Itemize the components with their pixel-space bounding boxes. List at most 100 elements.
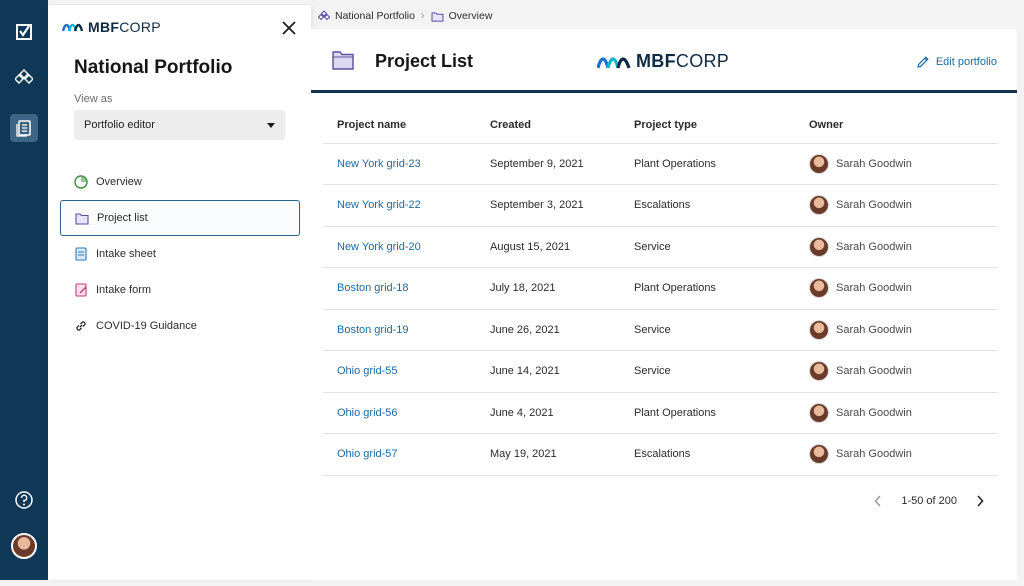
pagination-range: 1-50 of 200 (901, 495, 957, 507)
owner-cell: Sarah Goodwin (809, 153, 998, 174)
created-cell: June 14, 2021 (490, 350, 634, 393)
chevron-left-icon (874, 495, 881, 507)
link-icon (74, 319, 88, 333)
project-link[interactable]: Ohio grid-55 (337, 365, 398, 377)
nav-label: Project list (97, 212, 148, 224)
mbf-logo-icon (62, 23, 84, 32)
portfolio-icon (318, 10, 330, 21)
created-cell: August 15, 2021 (490, 226, 634, 268)
mbfcorp-logo: MBFCORP (597, 51, 729, 72)
table-row[interactable]: Boston grid-18 July 18, 2021 Plant Opera… (323, 267, 998, 310)
project-type-cell: Escalations (634, 433, 809, 476)
user-avatar[interactable] (10, 532, 38, 560)
view-as-value: Portfolio editor (84, 119, 155, 131)
project-link[interactable]: New York grid-23 (337, 158, 421, 170)
table-row[interactable]: Ohio grid-55 June 14, 2021 Service Sarah… (323, 350, 998, 393)
owner-cell: Sarah Goodwin (809, 444, 998, 465)
created-cell: June 26, 2021 (490, 309, 634, 351)
project-table: Project name Created Project type Owner … (323, 107, 998, 476)
breadcrumb-overview[interactable]: Overview (431, 10, 492, 22)
nav-item-overview[interactable]: Overview (60, 164, 300, 200)
nav-item-intake-sheet[interactable]: Intake sheet (60, 236, 300, 272)
created-cell: June 4, 2021 (490, 392, 634, 434)
close-icon (282, 21, 296, 35)
smartsheet-logo-icon[interactable] (10, 18, 38, 46)
project-list-card: Project List MBFCORP Edit portfolio Proj… (311, 29, 1017, 580)
view-as-select[interactable]: Portfolio editor (74, 110, 285, 140)
panel-title: National Portfolio (74, 57, 233, 78)
owner-cell: Sarah Goodwin (809, 402, 998, 423)
brand-name: MBFCORP (636, 51, 730, 71)
view-as-label: View as (74, 93, 113, 105)
nav-item-covid-guidance[interactable]: COVID-19 Guidance (60, 308, 300, 344)
avatar (809, 402, 829, 423)
projects-nav-icon[interactable] (10, 114, 38, 142)
project-type-cell: Plant Operations (634, 143, 809, 185)
chevron-right-icon (977, 495, 984, 507)
app-rail (0, 0, 48, 580)
nav-label: Intake form (96, 284, 152, 296)
project-link[interactable]: Ohio grid-57 (337, 448, 398, 460)
project-link[interactable]: New York grid-22 (337, 199, 421, 211)
breadcrumb: National Portfolio › Overview (318, 10, 492, 22)
mbf-logo-icon (597, 56, 631, 69)
nav-item-project-list[interactable]: Project list (60, 200, 300, 236)
owner-cell: Sarah Goodwin (809, 236, 998, 257)
avatar (809, 153, 829, 174)
portfolio-nav: Overview Project list Intake sheet Intak… (60, 164, 300, 344)
project-link[interactable]: Boston grid-18 (337, 282, 409, 294)
pagination: 1-50 of 200 (871, 494, 987, 508)
column-header-created[interactable]: Created (490, 107, 634, 144)
nav-label: COVID-19 Guidance (96, 320, 197, 332)
previous-page-button[interactable] (871, 494, 885, 508)
project-type-cell: Service (634, 350, 809, 393)
pie-chart-icon (74, 175, 88, 189)
project-link[interactable]: Boston grid-19 (337, 324, 409, 336)
table-row[interactable]: Boston grid-19 June 26, 2021 Service Sar… (323, 309, 998, 351)
breadcrumb-portfolio[interactable]: National Portfolio (318, 10, 415, 22)
avatar (809, 319, 829, 340)
brand-name: MBFCORP (88, 19, 161, 35)
card-header: Project List MBFCORP Edit portfolio (311, 29, 1017, 93)
created-cell: September 3, 2021 (490, 184, 634, 227)
avatar (809, 236, 829, 257)
column-header-owner[interactable]: Owner (809, 107, 998, 144)
project-type-cell: Escalations (634, 184, 809, 227)
portfolio-side-panel: MBFCORP National Portfolio View as Portf… (48, 5, 311, 580)
created-cell: September 9, 2021 (490, 143, 634, 185)
project-type-cell: Service (634, 226, 809, 268)
avatar (809, 444, 829, 465)
help-icon[interactable] (10, 486, 38, 514)
avatar (809, 195, 829, 216)
nav-label: Overview (96, 176, 142, 188)
project-type-cell: Service (634, 309, 809, 351)
column-header-project-type[interactable]: Project type (634, 107, 809, 144)
table-row[interactable]: New York grid-23 September 9, 2021 Plant… (323, 143, 998, 185)
table-row[interactable]: Ohio grid-56 June 4, 2021 Plant Operatio… (323, 392, 998, 434)
created-cell: July 18, 2021 (490, 267, 634, 310)
edit-portfolio-button[interactable]: Edit portfolio (916, 55, 997, 69)
project-link[interactable]: New York grid-20 (337, 241, 421, 253)
sheet-icon (74, 247, 88, 261)
folder-icon (431, 11, 444, 22)
portfolio-nav-icon[interactable] (10, 64, 38, 92)
avatar (809, 278, 829, 299)
pencil-icon (917, 56, 929, 68)
form-icon (74, 283, 88, 297)
table-header-row: Project name Created Project type Owner (323, 107, 998, 144)
created-cell: May 19, 2021 (490, 433, 634, 476)
nav-item-intake-form[interactable]: Intake form (60, 272, 300, 308)
project-type-cell: Plant Operations (634, 392, 809, 434)
page-title: Project List (375, 51, 474, 71)
close-panel-button[interactable] (279, 18, 299, 38)
chevron-right-icon: › (420, 10, 425, 22)
caret-down-icon (267, 122, 275, 128)
folder-icon (75, 211, 89, 225)
column-header-project-name[interactable]: Project name (323, 107, 490, 144)
project-link[interactable]: Ohio grid-56 (337, 407, 398, 419)
next-page-button[interactable] (973, 494, 987, 508)
table-row[interactable]: New York grid-22 September 3, 2021 Escal… (323, 184, 998, 227)
table-row[interactable]: New York grid-20 August 15, 2021 Service… (323, 226, 998, 268)
table-row[interactable]: Ohio grid-57 May 19, 2021 Escalations Sa… (323, 433, 998, 476)
owner-cell: Sarah Goodwin (809, 278, 998, 299)
